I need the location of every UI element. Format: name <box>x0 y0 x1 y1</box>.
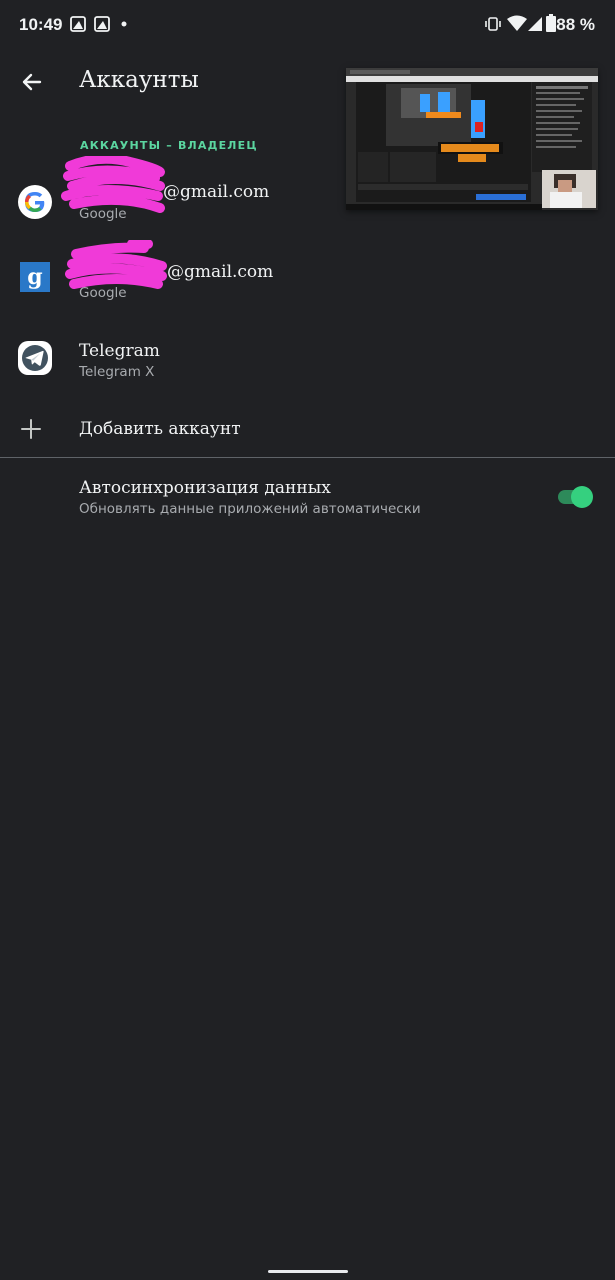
wifi-icon <box>507 15 527 31</box>
add-account-label: Добавить аккаунт <box>79 419 241 439</box>
account-type: Telegram X <box>79 364 155 380</box>
google-blue-g-icon: g <box>20 262 50 292</box>
status-time: 10:49 <box>19 15 63 34</box>
photo-notification-icon <box>94 16 110 32</box>
vibrate-icon <box>485 17 501 31</box>
account-type: Google <box>79 285 127 301</box>
account-row-google[interactable]: @gmail.com Google <box>0 156 615 244</box>
photo-notification-icon <box>70 16 86 32</box>
google-g-icon <box>17 184 53 220</box>
battery-icon <box>546 14 556 32</box>
account-row-google-2[interactable]: g @gmail.com Google <box>0 240 615 320</box>
account-email: @gmail.com <box>167 262 274 282</box>
autosync-toggle[interactable] <box>556 484 596 510</box>
autosync-setting[interactable]: Автосинхронизация данных Обновлять данны… <box>0 460 615 530</box>
account-type: Google <box>79 206 127 222</box>
svg-text:g: g <box>27 264 42 290</box>
signal-icon <box>528 17 542 31</box>
account-row-telegram[interactable]: Telegram Telegram X <box>0 320 615 400</box>
divider <box>0 457 615 458</box>
account-name: Telegram <box>79 341 160 361</box>
gesture-nav-handle[interactable] <box>268 1270 348 1273</box>
autosync-subtitle: Обновлять данные приложений автоматическ… <box>79 501 421 517</box>
toggle-thumb <box>571 486 593 508</box>
add-account-button[interactable]: Добавить аккаунт <box>0 400 615 456</box>
notification-dot-icon <box>121 21 127 27</box>
telegram-icon <box>17 340 53 376</box>
account-email: @gmail.com <box>163 182 270 202</box>
back-button[interactable] <box>14 64 50 100</box>
page-title: Аккаунты <box>79 67 199 93</box>
plus-icon <box>21 419 41 439</box>
section-header-owner-accounts: АККАУНТЫ – ВЛАДЕЛЕЦ <box>80 139 258 152</box>
autosync-title: Автосинхронизация данных <box>79 478 331 498</box>
arrow-back-icon <box>22 73 42 91</box>
battery-percent: 88 % <box>556 15 595 34</box>
status-bar: 10:49 88 % <box>0 0 615 52</box>
